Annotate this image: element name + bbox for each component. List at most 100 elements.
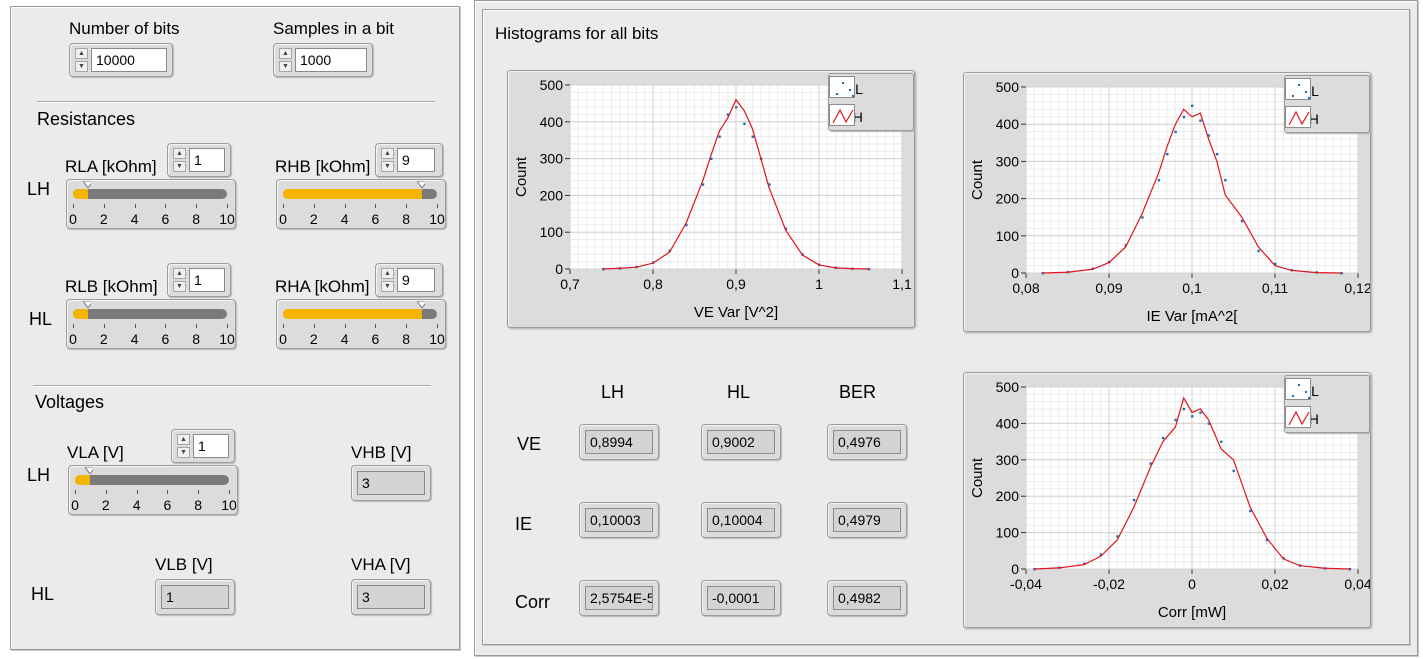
slider-tick (229, 490, 230, 494)
y-tick-label: 500 (996, 379, 1020, 395)
slider-thumb-icon[interactable] (416, 181, 425, 188)
rla-slider[interactable]: 0 2 4 6 8 10 (66, 179, 236, 229)
legend-item-lh[interactable]: LH (1285, 406, 1371, 433)
rla-input[interactable]: 1 (189, 148, 225, 172)
slider-tick-label: 8 (402, 331, 411, 347)
decrement-icon[interactable]: ▼ (381, 161, 394, 172)
data-point-hl (1166, 152, 1169, 156)
data-point-hl (743, 122, 746, 126)
slider-thumb-icon[interactable] (85, 467, 94, 474)
rha-numeric[interactable]: ▲ ▼ 9 (375, 263, 443, 297)
slider-thumb-icon[interactable] (83, 181, 92, 188)
num-bits-spinner[interactable]: ▲ ▼ (75, 48, 88, 72)
ie-var-graph[interactable]: 0,08 0,09 0,1 0,11 0,12 0 100 200 300 400 500 IE Va… (963, 72, 1371, 332)
increment-icon[interactable]: ▲ (173, 268, 186, 279)
rhb-input[interactable]: 9 (397, 148, 435, 172)
vlb-indicator: 1 (155, 579, 235, 615)
increment-icon[interactable]: ▲ (177, 434, 190, 445)
decrement-icon[interactable]: ▼ (75, 61, 88, 72)
corr-graph[interactable]: -0,04 -0,02 0 0,02 0,04 0 100 200 300 400 500 Corr … (963, 372, 1371, 628)
slider-tick-label: 6 (161, 211, 170, 227)
rlb-numeric[interactable]: ▲ ▼ 1 (167, 263, 231, 297)
slider-tick-label: 2 (309, 331, 318, 347)
data-point-hl (1157, 179, 1161, 182)
y-tick-label: 400 (540, 114, 564, 130)
num-bits-control[interactable]: ▲ ▼ 10000 (69, 43, 173, 77)
increment-icon[interactable]: ▲ (75, 48, 88, 59)
ve-var-graph[interactable]: 0,7 0,8 0,9 1 1,1 0 100 200 300 400 500 VE Var [V^2… (507, 70, 915, 328)
data-point-hl (1161, 436, 1165, 440)
rhb-numeric[interactable]: ▲ ▼ 9 (375, 143, 443, 177)
increment-icon[interactable]: ▲ (381, 148, 394, 159)
legend-item-lh[interactable]: LH (1285, 106, 1371, 133)
num-bits-input[interactable]: 10000 (91, 48, 167, 72)
slider-thumb-icon[interactable] (83, 301, 92, 308)
samples-spinner[interactable]: ▲ ▼ (279, 48, 292, 72)
rhb-slider[interactable]: 0 2 4 6 8 10 (276, 179, 446, 229)
rla-spinner[interactable]: ▲ ▼ (173, 148, 186, 172)
x-axis-label: Corr [mW] (1158, 604, 1226, 621)
decrement-icon[interactable]: ▼ (381, 281, 394, 292)
slider-thumb-icon[interactable] (416, 301, 425, 308)
slider-track[interactable] (75, 475, 229, 485)
legend-item-hl[interactable]: HL (829, 76, 915, 103)
decrement-icon[interactable]: ▼ (173, 161, 186, 172)
slider-track[interactable] (283, 189, 437, 199)
row-label-ve: VE (517, 434, 542, 454)
legend-item-hl[interactable]: HL (1285, 78, 1371, 105)
slider-tick-label: 0 (69, 331, 77, 347)
samples-control[interactable]: ▲ ▼ 1000 (273, 43, 373, 77)
rlb-slider[interactable]: 0 2 4 6 8 10 (66, 299, 236, 349)
ve-lh-value: 0,8994 (585, 430, 653, 454)
samples-input[interactable]: 1000 (295, 48, 367, 72)
data-point-hl (1215, 152, 1219, 156)
slider-track[interactable] (73, 309, 227, 319)
data-point-hl (1141, 216, 1144, 219)
ie-var-legend[interactable]: HL LH (1284, 75, 1370, 133)
slider-tick-label: 0 (279, 331, 287, 347)
data-point-hl (1224, 179, 1227, 182)
rlb-input[interactable]: 1 (189, 268, 225, 292)
vla-spinner[interactable]: ▲ ▼ (177, 434, 190, 458)
rha-input[interactable]: 9 (397, 268, 435, 292)
rla-numeric[interactable]: ▲ ▼ 1 (167, 143, 231, 177)
slider-tick (227, 204, 228, 208)
decrement-icon[interactable]: ▼ (177, 447, 190, 458)
x-tick-label: 0,11 (1262, 280, 1288, 296)
decrement-icon[interactable]: ▼ (279, 61, 292, 72)
increment-icon[interactable]: ▲ (279, 48, 292, 59)
slider-tick-label: 4 (130, 211, 139, 227)
rhb-spinner[interactable]: ▲ ▼ (381, 148, 394, 172)
slider-tick-label: 4 (340, 211, 349, 227)
y-tick-label: 300 (996, 153, 1020, 169)
slider-tick-label: 2 (101, 497, 110, 513)
decrement-icon[interactable]: ▼ (173, 281, 186, 292)
data-point-hl (1199, 411, 1202, 414)
legend-item-lh[interactable]: LH (829, 104, 915, 131)
slider-tick-label: 10 (219, 331, 235, 347)
row-label-ie: IE (515, 514, 533, 534)
vla-input[interactable]: 1 (193, 434, 229, 458)
rha-slider[interactable]: 0 2 4 6 8 10 (276, 299, 446, 349)
rlb-spinner[interactable]: ▲ ▼ (173, 268, 186, 292)
ve-var-legend[interactable]: HL LH (828, 73, 914, 131)
slider-tick-label: 4 (132, 497, 141, 513)
ie-ber-indicator: 0,4979 (827, 502, 907, 538)
corr-hl-value: -0,0001 (707, 586, 775, 610)
increment-icon[interactable]: ▲ (173, 148, 186, 159)
slider-track[interactable] (73, 189, 227, 199)
vla-numeric[interactable]: ▲ ▼ 1 (171, 429, 235, 463)
data-point-hl (718, 135, 721, 138)
rha-spinner[interactable]: ▲ ▼ (381, 268, 394, 292)
y-tick-label: 400 (996, 415, 1020, 431)
vla-slider[interactable]: 0 2 4 6 8 10 (68, 465, 238, 515)
legend-item-hl[interactable]: HL (1285, 378, 1371, 405)
vlb-value: 1 (161, 585, 229, 609)
x-tick-label: 0,9 (726, 276, 746, 292)
increment-icon[interactable]: ▲ (381, 268, 394, 279)
data-point-hl (751, 135, 754, 138)
corr-legend[interactable]: HL LH (1284, 375, 1370, 433)
vla-label: VLA [V] (67, 443, 124, 462)
slider-scale: 0 2 4 6 8 10 (279, 324, 445, 347)
slider-track[interactable] (283, 309, 437, 319)
